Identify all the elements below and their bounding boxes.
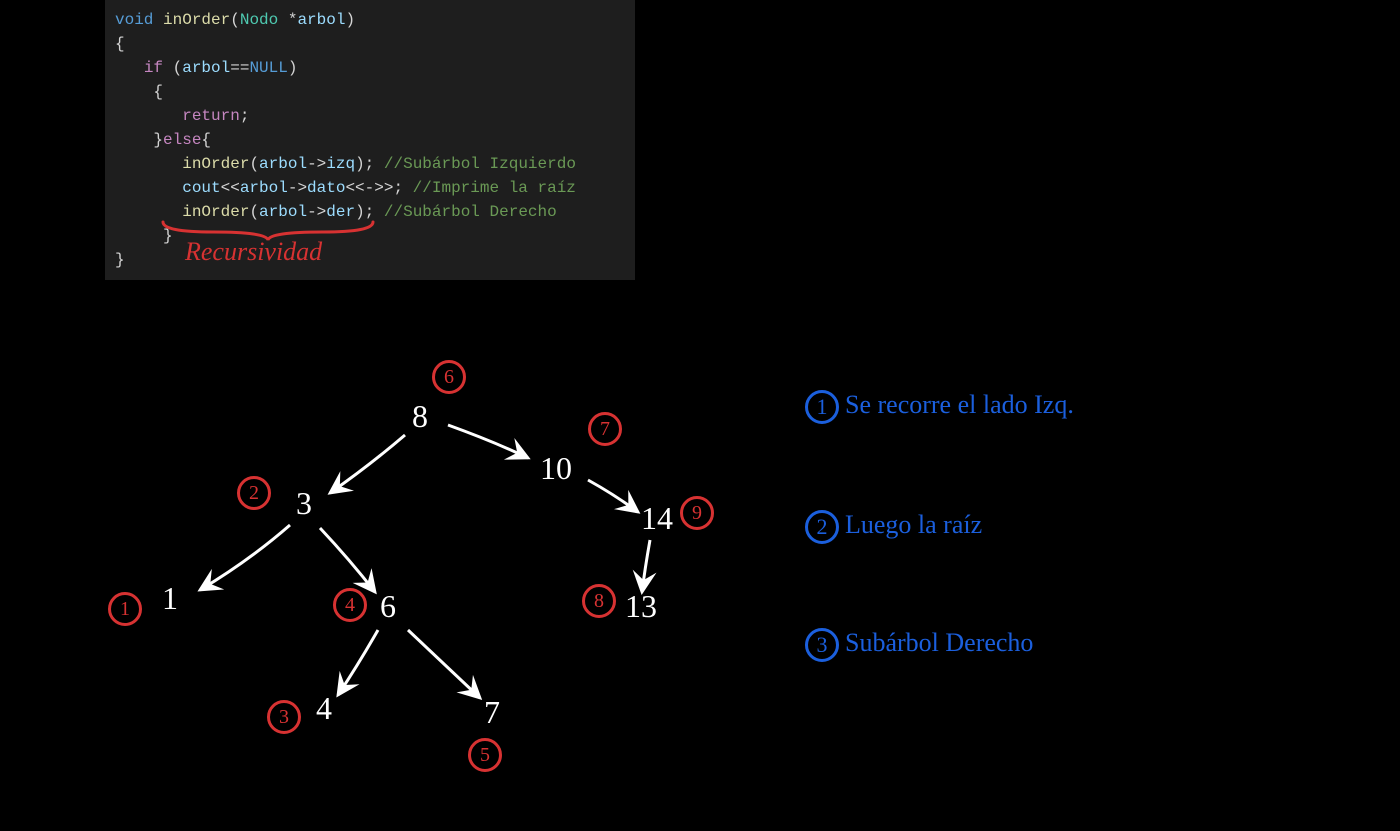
tree-node-6: 6 [380,588,396,625]
step-2: 2Luego la raíz [805,510,982,544]
recursividad-label: Recursividad [185,237,322,267]
step-1-text: Se recorre el lado Izq. [845,390,1074,419]
tree-node-8: 8 [412,398,428,435]
order-circle-7: 7 [588,412,622,446]
tree-node-4: 4 [316,690,332,727]
code-line-2: { [115,32,625,56]
code-line-7: inOrder(arbol->izq); //Subárbol Izquierd… [115,152,625,176]
tree-node-1: 1 [162,580,178,617]
tree-node-7: 7 [484,694,500,731]
code-line-6: }else{ [115,128,625,152]
step-3: 3Subárbol Derecho [805,628,1033,662]
step-2-circle: 2 [805,510,839,544]
order-circle-5: 5 [468,738,502,772]
step-3-text: Subárbol Derecho [845,628,1033,657]
order-circle-4: 4 [333,588,367,622]
tree-node-14: 14 [641,500,673,537]
tree-node-3: 3 [296,485,312,522]
order-circle-3: 3 [267,700,301,734]
code-line-5: return; [115,104,625,128]
order-circle-6: 6 [432,360,466,394]
order-circle-8: 8 [582,584,616,618]
step-2-text: Luego la raíz [845,510,982,539]
code-line-3: if (arbol==NULL) [115,56,625,80]
code-line-8: cout<<arbol->dato<<->>; //Imprime la raí… [115,176,625,200]
step-1: 1Se recorre el lado Izq. [805,390,1074,424]
step-1-circle: 1 [805,390,839,424]
code-line-1: void inOrder(Nodo *arbol) [115,8,625,32]
order-circle-9: 9 [680,496,714,530]
step-3-circle: 3 [805,628,839,662]
tree-node-13: 13 [625,588,657,625]
order-circle-2: 2 [237,476,271,510]
tree-node-10: 10 [540,450,572,487]
code-line-4: { [115,80,625,104]
order-circle-1: 1 [108,592,142,626]
